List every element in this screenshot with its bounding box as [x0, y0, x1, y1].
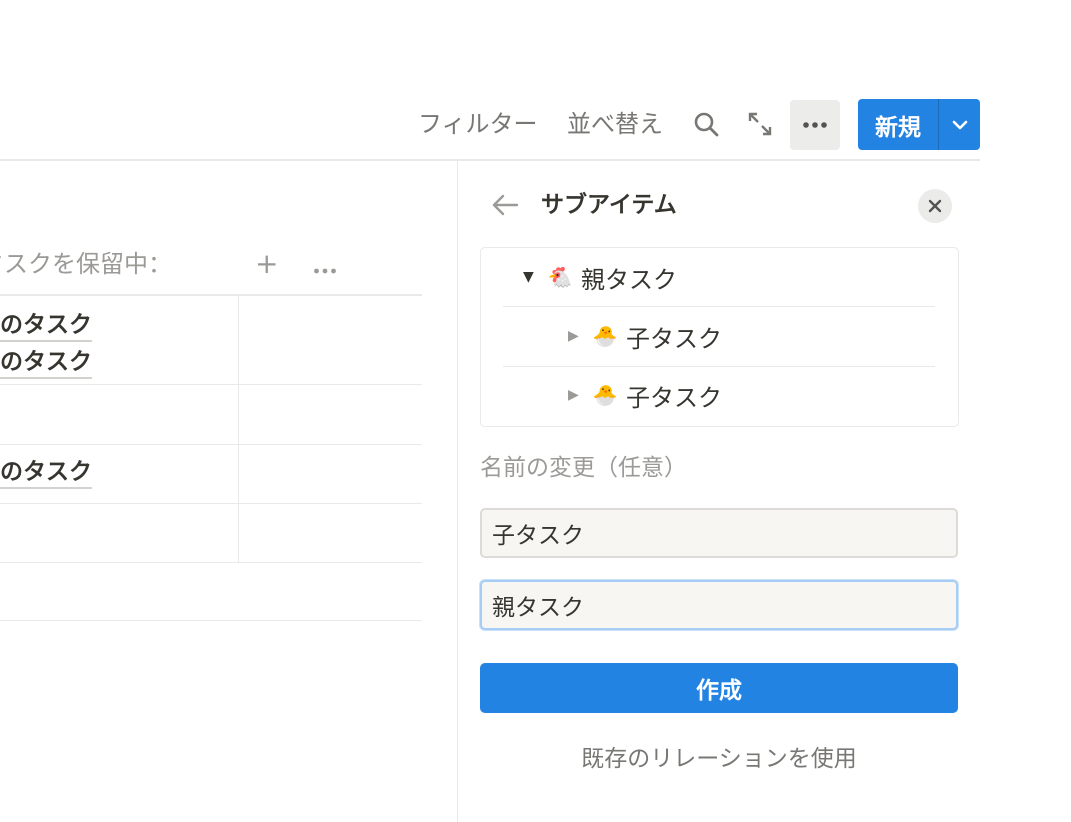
toolbar-divider: [0, 159, 980, 161]
tree-item-child[interactable]: ▶ 🐣 子タスク: [568, 321, 722, 353]
child-name-input[interactable]: [480, 508, 958, 558]
new-button[interactable]: 新規: [858, 99, 938, 150]
row-divider: [0, 620, 422, 621]
parent-name-input[interactable]: [480, 580, 958, 630]
panel-divider: [457, 161, 458, 822]
tree-item-child[interactable]: ▶ 🐣 子タスク: [568, 380, 722, 412]
board-header-divider: [0, 294, 422, 296]
expand-icon: [748, 112, 772, 136]
panel-title: サブアイテム: [541, 192, 677, 218]
more-options-button[interactable]: [790, 100, 840, 150]
tree-divider: [503, 306, 935, 307]
expand-button[interactable]: [740, 104, 780, 144]
use-existing-relation-link[interactable]: 既存のリレーションを使用: [480, 743, 958, 775]
tree-item-parent[interactable]: ▼ 🐔 親タスク: [523, 262, 677, 294]
close-icon: [928, 199, 942, 213]
new-button-group: 新規: [858, 99, 980, 150]
group-more-button[interactable]: [313, 260, 337, 279]
board-column-divider: [238, 296, 239, 562]
collapsed-triangle-icon[interactable]: ▶: [568, 387, 590, 403]
collapsed-triangle-icon[interactable]: ▶: [568, 328, 590, 344]
expanded-triangle-icon[interactable]: ▼: [523, 269, 545, 285]
task-card-title[interactable]: のタスク: [0, 347, 92, 379]
create-button[interactable]: 作成: [480, 663, 958, 713]
tree-divider: [503, 366, 935, 367]
task-card-title[interactable]: のタスク: [0, 457, 92, 489]
add-card-button[interactable]: +: [255, 250, 278, 278]
sort-button[interactable]: 並べ替え: [567, 108, 663, 140]
row-divider: [0, 562, 422, 563]
hatching-chick-icon: 🐣: [592, 324, 618, 348]
tree-item-label: 親タスク: [581, 265, 677, 294]
new-dropdown-button[interactable]: [939, 99, 980, 150]
task-card-title[interactable]: のタスク: [0, 310, 92, 342]
row-divider: [0, 384, 422, 385]
more-icon: [803, 122, 827, 128]
hierarchy-preview: ▼ 🐔 親タスク ▶ 🐣 子タスク ▶ 🐣 子タスク: [480, 247, 959, 427]
chicken-icon: 🐔: [547, 265, 573, 289]
tree-item-label: 子タスク: [626, 383, 722, 412]
search-button[interactable]: [686, 104, 726, 144]
filter-button[interactable]: フィルター: [418, 108, 538, 140]
tree-item-label: 子タスク: [626, 324, 722, 353]
more-icon: [314, 268, 336, 274]
rename-label: 名前の変更（任意）: [480, 455, 687, 481]
group-header-label: タスクを保留中：: [0, 250, 172, 278]
back-button[interactable]: [490, 192, 520, 222]
hatching-chick-icon: 🐣: [592, 383, 618, 407]
close-button[interactable]: [918, 189, 952, 223]
search-icon: [694, 112, 719, 137]
chevron-down-icon: [952, 120, 967, 129]
back-arrow-icon: [492, 194, 519, 216]
row-divider: [0, 444, 422, 445]
row-divider: [0, 503, 422, 504]
